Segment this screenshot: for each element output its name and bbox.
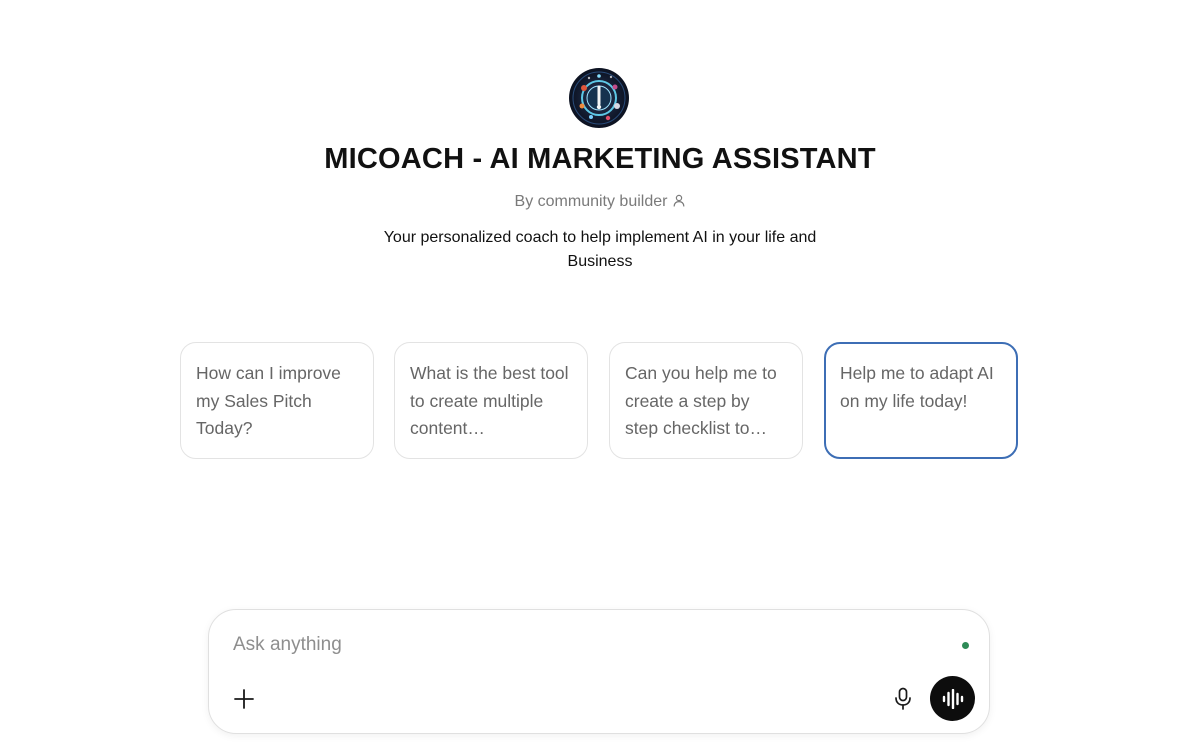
suggestion-card[interactable]: What is the best tool to create multiple… xyxy=(394,342,588,459)
suggestion-card-active[interactable]: Help me to adapt AI on my life today! xyxy=(824,342,1018,459)
gpt-title: MICOACH - AI MARKETING ASSISTANT xyxy=(324,143,876,175)
ai-logo-avatar-icon xyxy=(572,71,626,125)
dictate-button[interactable] xyxy=(889,684,917,714)
suggestion-label: Can you help me to create a step by step… xyxy=(625,363,777,438)
suggestion-label: How can I improve my Sales Pitch Today? xyxy=(196,363,341,438)
author-byline[interactable]: By community builder xyxy=(0,193,1200,212)
voice-mode-icon xyxy=(942,688,963,709)
message-input[interactable] xyxy=(231,628,935,662)
gpt-avatar xyxy=(569,68,629,128)
voice-mode-button[interactable] xyxy=(930,676,975,721)
gpt-description: Your personalized coach to help implemen… xyxy=(383,229,817,270)
suggestion-card[interactable]: Can you help me to create a step by step… xyxy=(609,342,803,459)
attach-button[interactable] xyxy=(229,684,259,714)
plus-icon xyxy=(234,689,254,709)
suggestion-card[interactable]: How can I improve my Sales Pitch Today? xyxy=(180,342,374,459)
microphone-icon xyxy=(895,687,911,710)
byline-text: By community builder xyxy=(514,193,668,210)
message-composer xyxy=(208,609,990,734)
suggestion-label: Help me to adapt AI on my life today! xyxy=(840,363,994,411)
suggestion-label: What is the best tool to create multiple… xyxy=(410,363,569,438)
person-icon xyxy=(673,194,685,212)
status-dot xyxy=(962,642,969,649)
